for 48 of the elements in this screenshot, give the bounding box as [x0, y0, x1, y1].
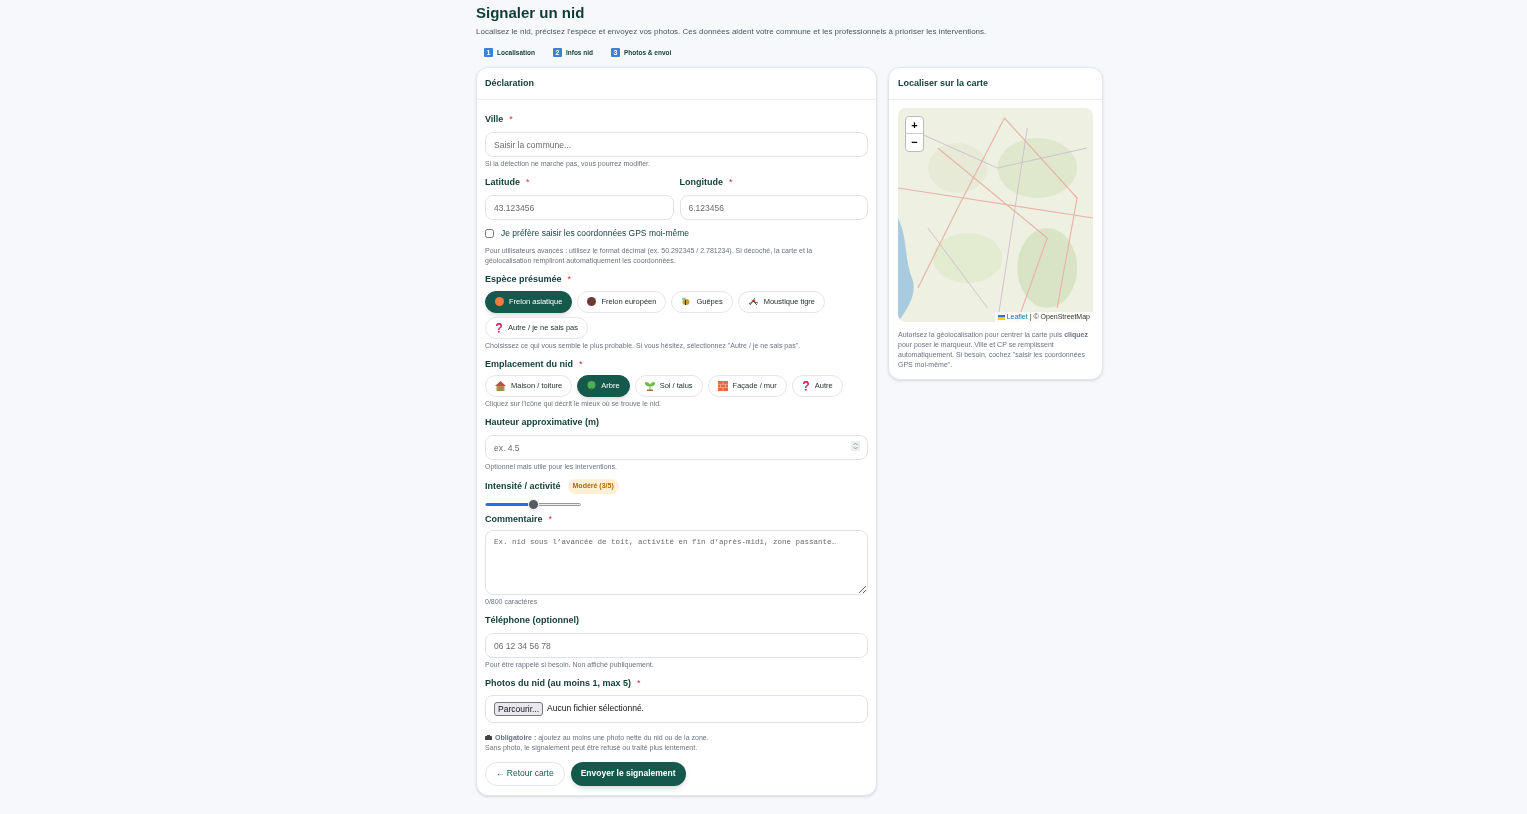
flag-icon — [997, 314, 1005, 320]
field-label: Longitude — [679, 176, 723, 190]
mosquito-icon — [747, 297, 759, 306]
brick-icon — [717, 381, 728, 391]
page-title: Signaler un nid — [476, 3, 586, 23]
browse-button[interactable]: Parcourir... — [494, 701, 544, 716]
text-field[interactable]: 6.123456 — [679, 195, 868, 221]
field-label: Ville — [485, 113, 504, 127]
text-field[interactable]: Saisir la commune... — [485, 132, 868, 158]
required-mark: * — [548, 512, 553, 526]
required-mark: * — [637, 677, 641, 690]
checkbox-label[interactable]: Je préfère saisir les coordonnées GPS moi-même — [501, 227, 690, 240]
text-field[interactable]: 43.123456 — [485, 195, 674, 221]
card-title: Déclaration — [485, 76, 536, 90]
field-label: Photos du nid (au moins 1, max 5) — [485, 677, 632, 690]
question-icon — [801, 381, 810, 391]
field-label: Téléphone (optionnel) — [485, 614, 579, 627]
sprout-icon — [644, 381, 655, 391]
slider-thumb[interactable] — [527, 498, 539, 510]
camera-icon — [485, 735, 492, 740]
tree-icon — [587, 381, 597, 391]
number-field[interactable]: ex. 4.5 — [485, 435, 868, 460]
submit-button[interactable]: Envoyer le signalement — [570, 761, 686, 786]
field-label: Commentaire — [485, 512, 543, 526]
required-mark: * — [579, 357, 583, 371]
page-subtitle: Localisez le nid, précisez l'espèce et envoyez vos photos. Ces données aident votre commune et les professionnels à prioriser les interventions. — [476, 26, 988, 38]
field-label: Espèce présumée — [485, 273, 562, 286]
checkbox[interactable] — [485, 229, 494, 239]
field-label: Intensité / activité — [485, 479, 561, 493]
back-button[interactable]: ← Retour carte — [485, 761, 565, 786]
required-mark: * — [729, 176, 733, 190]
text-field[interactable]: 06 12 34 56 78 — [485, 633, 868, 658]
house-icon — [495, 381, 506, 391]
file-status: Aucun fichier sélectionné. — [547, 702, 644, 715]
required-mark: * — [567, 273, 572, 286]
bee-icon — [681, 297, 692, 306]
required-mark: * — [509, 113, 513, 127]
required-mark: * — [526, 176, 530, 190]
field-label: Latitude — [485, 176, 520, 190]
card-title: Localiser sur la carte — [898, 76, 990, 90]
zoom-out-button[interactable]: − — [906, 134, 923, 152]
question-icon — [495, 322, 503, 333]
field-label: Emplacement du nid — [485, 357, 573, 371]
file-field[interactable]: Parcourir... Aucun fichier sélectionné. — [485, 694, 868, 723]
dot-icon — [587, 297, 597, 306]
zoom-in-button[interactable]: + — [906, 117, 923, 135]
field-label: Hauteur approximative (m) — [485, 416, 600, 429]
dot-icon — [495, 297, 504, 306]
